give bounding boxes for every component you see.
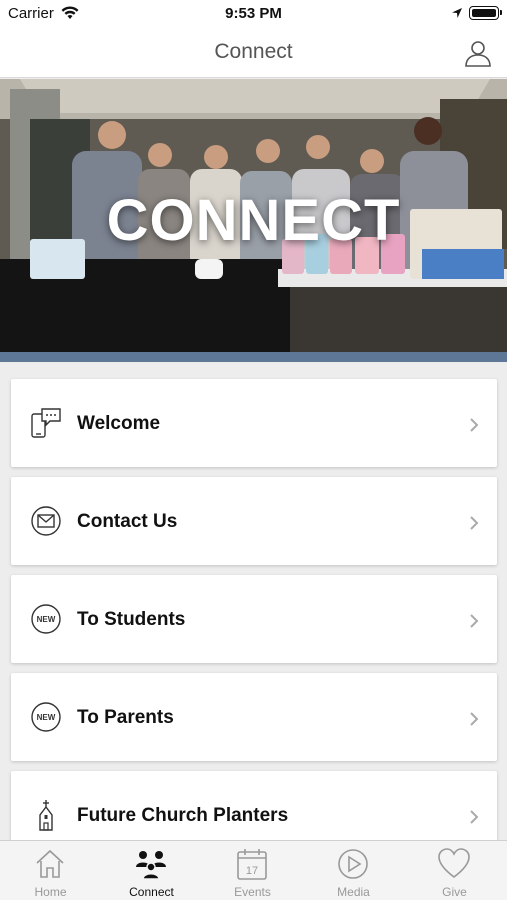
tab-label: Events <box>234 885 271 899</box>
status-bar: Carrier 9:53 PM <box>0 0 507 28</box>
navigation-bar: Connect <box>0 28 507 78</box>
play-icon <box>338 849 368 879</box>
heart-icon <box>438 848 470 879</box>
list-item-to-parents[interactable]: NEW To Parents <box>11 673 497 761</box>
list-item-label: Welcome <box>77 413 161 434</box>
accent-divider <box>0 352 507 362</box>
calendar-date: 17 <box>246 865 258 877</box>
people-icon <box>136 851 166 880</box>
list-item-contact-us[interactable]: Contact Us <box>11 477 497 565</box>
calendar-icon: 17 <box>237 849 267 880</box>
list-item-to-students[interactable]: NEW To Students <box>11 575 497 663</box>
tab-connect[interactable]: Connect <box>101 841 202 900</box>
mail-icon <box>31 506 61 536</box>
chevron-right-icon <box>470 614 479 628</box>
list-item-label: Future Church Planters <box>77 805 289 826</box>
profile-icon[interactable] <box>463 38 493 68</box>
church-icon <box>39 800 53 831</box>
new-badge-icon: NEW <box>31 702 61 732</box>
chevron-right-icon <box>470 418 479 432</box>
location-icon <box>452 8 462 18</box>
list-item-label: To Students <box>77 609 186 630</box>
svg-text:NEW: NEW <box>37 615 56 624</box>
svg-text:NEW: NEW <box>37 713 56 722</box>
new-badge-icon: NEW <box>31 604 61 634</box>
chevron-right-icon <box>470 516 479 530</box>
chevron-right-icon <box>470 712 479 726</box>
clock: 9:53 PM <box>225 5 282 22</box>
home-icon <box>36 849 64 878</box>
tab-home[interactable]: Home <box>0 841 101 900</box>
chat-phone-icon <box>31 408 61 438</box>
page-title: Connect <box>214 40 293 63</box>
tab-give[interactable]: Give <box>404 841 505 900</box>
tab-media[interactable]: Media <box>303 841 404 900</box>
list-item-welcome[interactable]: Welcome <box>11 379 497 467</box>
chevron-right-icon <box>470 810 479 824</box>
tab-bar: Home Connect 17 Events Media Give <box>0 840 507 900</box>
tab-label: Home <box>34 885 67 899</box>
tab-events[interactable]: 17 Events <box>202 841 303 900</box>
list-item-label: To Parents <box>77 707 174 728</box>
tab-label: Connect <box>129 885 174 899</box>
connect-list: Welcome Contact Us NEW To Students NEW T… <box>0 362 507 840</box>
tab-label: Give <box>442 885 467 899</box>
list-item-label: Contact Us <box>77 511 178 532</box>
list-item-future-church-planters[interactable]: Future Church Planters <box>11 771 497 840</box>
battery-icon <box>469 6 502 20</box>
tab-label: Media <box>337 885 370 899</box>
hero-banner: CONNECT <box>0 79 507 355</box>
hero-title: CONNECT <box>106 188 401 253</box>
